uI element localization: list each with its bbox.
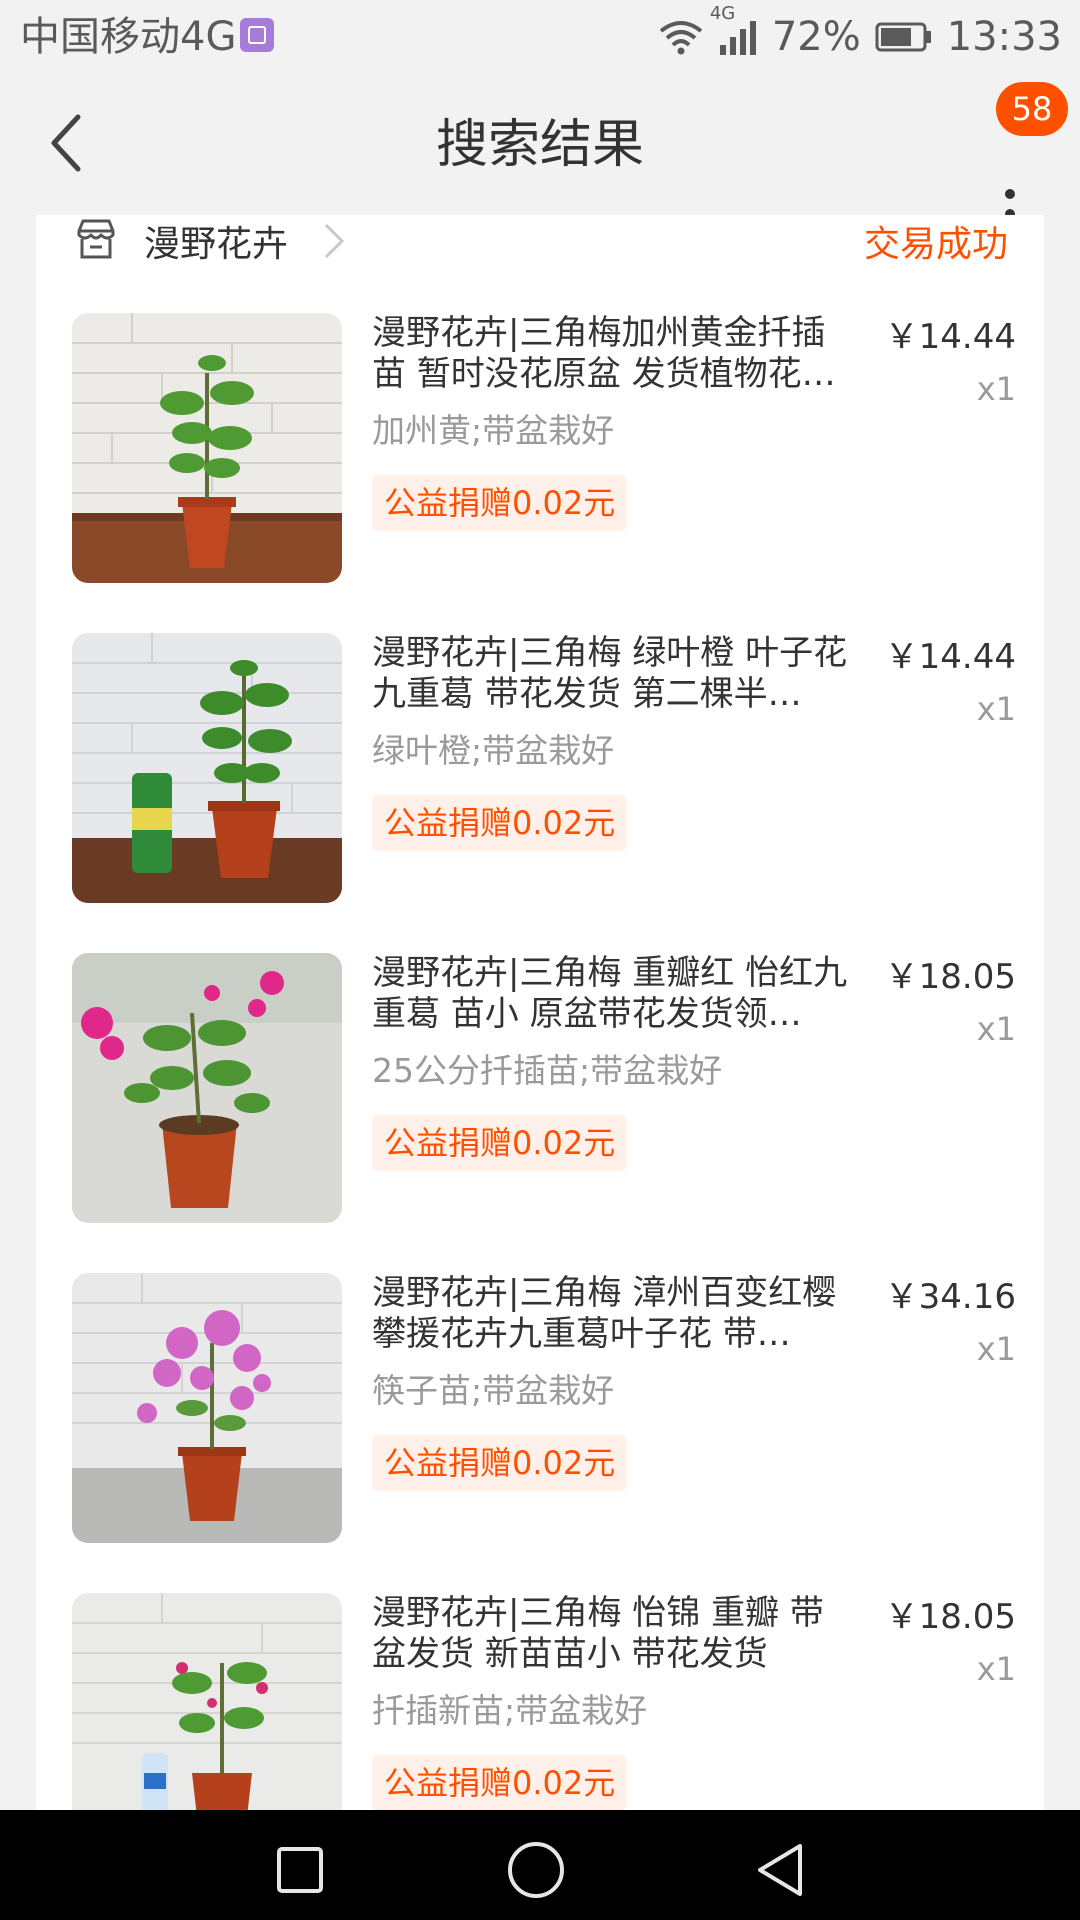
store-icon <box>74 217 118 265</box>
item-sku: 扦插新苗;带盆栽好 <box>372 1691 648 1730</box>
product-image <box>72 1273 342 1543</box>
item-price: ￥18.05 <box>884 957 1016 997</box>
item-quantity: x1 <box>976 370 1016 408</box>
back-icon <box>758 1844 802 1896</box>
item-price: ￥18.05 <box>884 1597 1016 1637</box>
order-item[interactable]: 漫野花卉|三角梅 漳州百变红樱 攀援花卉九重葛叶子花 带… 筷子苗;带盆栽好 公… <box>36 1273 1044 1593</box>
order-item[interactable]: 漫野花卉|三角梅 绿叶橙 叶子花九重葛 带花发货 第二棵半… 绿叶橙;带盆栽好 … <box>36 633 1044 953</box>
back-nav-button[interactable] <box>750 1840 810 1900</box>
order-card: 漫野花卉 交易成功 漫野花卉|三角梅加州黄金扦插苗 暂时没花原盆 发货植物花… … <box>36 215 1044 1810</box>
item-title: 漫野花卉|三角梅加州黄金扦插苗 暂时没花原盆 发货植物花… <box>372 313 836 394</box>
signal-icon: 4G <box>710 3 758 57</box>
battery-percent: 72% <box>771 14 861 60</box>
home-icon <box>508 1842 564 1898</box>
recent-apps-icon <box>277 1847 323 1893</box>
item-title: 漫野花卉|三角梅 重瓣红 怡红九重葛 苗小 原盆带花发货领… <box>372 953 848 1034</box>
charity-tag: 公益捐赠0.02元 <box>372 475 628 531</box>
charity-tag: 公益捐赠0.02元 <box>372 1115 628 1171</box>
message-badge[interactable]: 58 <box>996 82 1068 136</box>
product-image <box>72 953 342 1223</box>
item-title: 漫野花卉|三角梅 绿叶橙 叶子花九重葛 带花发货 第二棵半… <box>372 633 848 714</box>
header: 搜索结果 <box>0 75 1080 219</box>
system-nav-bar <box>0 1810 1080 1920</box>
item-sku: 25公分扦插苗;带盆栽好 <box>372 1051 723 1090</box>
product-image <box>72 1593 342 1810</box>
status-indicators: 4G 72% 13:33 <box>658 3 1062 64</box>
gallery-icon <box>240 18 274 52</box>
home-button[interactable] <box>506 1840 566 1900</box>
wifi-icon <box>658 19 704 55</box>
chevron-right-icon <box>322 219 346 267</box>
order-item[interactable]: 漫野花卉|三角梅 重瓣红 怡红九重葛 苗小 原盆带花发货领… 25公分扦插苗;带… <box>36 953 1044 1273</box>
order-item[interactable]: 漫野花卉|三角梅 怡锦 重瓣 带盆发货 新苗苗小 带花发货 扦插新苗;带盆栽好 … <box>36 1593 1044 1810</box>
item-price: ￥14.44 <box>884 317 1016 357</box>
item-sku: 绿叶橙;带盆栽好 <box>372 731 615 770</box>
order-item[interactable]: 漫野花卉|三角梅加州黄金扦插苗 暂时没花原盆 发货植物花… 加州黄;带盆栽好 公… <box>36 313 1044 633</box>
item-sku: 筷子苗;带盆栽好 <box>372 1371 615 1410</box>
order-status: 交易成功 <box>863 224 1008 265</box>
shop-row[interactable]: 漫野花卉 交易成功 <box>36 215 1044 275</box>
battery-icon <box>875 22 933 52</box>
status-bar: 中国移动4G 4G 72% 13:33 <box>0 0 1080 75</box>
network-type-label: 4G <box>709 3 736 24</box>
product-image <box>72 313 342 583</box>
item-sku: 加州黄;带盆栽好 <box>372 411 615 450</box>
item-price: ￥14.44 <box>884 637 1016 677</box>
carrier-label: 中国移动4G <box>20 14 237 60</box>
charity-tag: 公益捐赠0.02元 <box>372 1435 628 1491</box>
item-quantity: x1 <box>976 1650 1016 1688</box>
item-title: 漫野花卉|三角梅 漳州百变红樱 攀援花卉九重葛叶子花 带… <box>372 1273 837 1354</box>
product-image <box>72 633 342 903</box>
recent-apps-button[interactable] <box>270 1840 330 1900</box>
shop-name: 漫野花卉 <box>144 224 289 265</box>
item-price: ￥34.16 <box>884 1277 1016 1317</box>
page-title: 搜索结果 <box>435 115 644 175</box>
item-quantity: x1 <box>976 1330 1016 1368</box>
charity-tag: 公益捐赠0.02元 <box>372 795 628 851</box>
item-title: 漫野花卉|三角梅 怡锦 重瓣 带盆发货 新苗苗小 带花发货 <box>372 1593 824 1674</box>
item-quantity: x1 <box>976 1010 1016 1048</box>
charity-tag: 公益捐赠0.02元 <box>372 1755 628 1810</box>
item-quantity: x1 <box>976 690 1016 728</box>
clock: 13:33 <box>946 14 1062 60</box>
